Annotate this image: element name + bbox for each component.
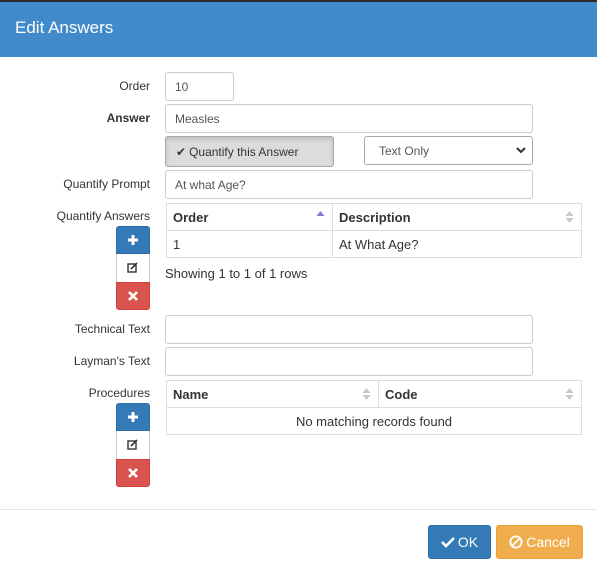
ban-icon [509,535,523,549]
order-label: Order [119,79,150,93]
sort-both-icon [565,388,574,400]
row-order-cell: 1 [166,230,333,258]
add-quantify-answer-button[interactable] [116,226,150,254]
column-header-description[interactable]: Description [332,203,582,231]
plus-icon [128,412,138,422]
edit-answers-dialog: Edit Answers Order 10 Answer Measles ✔ Q… [0,0,597,574]
sort-both-icon [565,211,574,223]
ok-button-label: OK [457,534,479,550]
edit-icon [127,262,138,273]
chevron-down-icon [516,147,526,154]
edit-procedure-button[interactable] [116,431,150,459]
column-header-name[interactable]: Name [166,380,379,408]
quantify-answer-toggle[interactable]: ✔ Quantify this Answer [165,136,334,167]
cancel-button-label: Cancel [526,534,570,550]
check-icon: ✔ [176,144,187,159]
procedures-table: Name Code No matching records found [166,380,582,435]
close-icon [128,468,138,478]
quantify-answers-table: Order Description 1 At What Age? [166,203,582,258]
row-description-cell: At What Age? [332,230,582,258]
edit-icon [127,439,138,450]
answer-label: Answer [106,111,150,125]
laymans-text-input[interactable] [165,347,533,376]
cancel-button[interactable]: Cancel [496,525,583,559]
column-header-order[interactable]: Order [166,203,333,231]
delete-quantify-answer-button[interactable] [116,282,150,310]
answer-input[interactable]: Measles [165,104,533,133]
check-icon [440,537,455,548]
pagination-info: Showing 1 to 1 of 1 rows [165,266,308,281]
add-procedure-button[interactable] [116,403,150,431]
quantify-prompt-label: Quantify Prompt [63,177,150,191]
column-header-code[interactable]: Code [378,380,582,408]
quantify-answer-label: Quantify this Answer [189,144,299,159]
laymans-text-label: Layman's Text [73,354,150,368]
close-icon [128,291,138,301]
table-row[interactable]: 1 At What Age? [166,230,582,258]
plus-icon [128,235,138,245]
order-input[interactable]: 10 [165,72,234,101]
quantify-answers-label: Quantify Answers [56,209,150,223]
sort-both-icon [362,388,371,400]
delete-procedure-button[interactable] [116,459,150,487]
technical-text-input[interactable] [165,315,533,344]
edit-quantify-answer-button[interactable] [116,254,150,282]
procedures-label: Procedures [88,386,150,400]
answer-type-value: Text Only [379,143,430,158]
technical-text-label: Technical Text [74,322,150,336]
footer-divider [0,509,597,510]
dialog-title: Edit Answers [15,18,114,37]
answer-type-select[interactable]: Text Only [364,136,533,165]
sort-asc-icon [316,211,325,216]
dialog-header: Edit Answers [0,0,597,57]
empty-row: No matching records found [166,407,582,435]
no-records-message: No matching records found [166,407,582,435]
quantify-prompt-input[interactable]: At what Age? [165,170,533,199]
ok-button[interactable]: OK [428,525,491,559]
